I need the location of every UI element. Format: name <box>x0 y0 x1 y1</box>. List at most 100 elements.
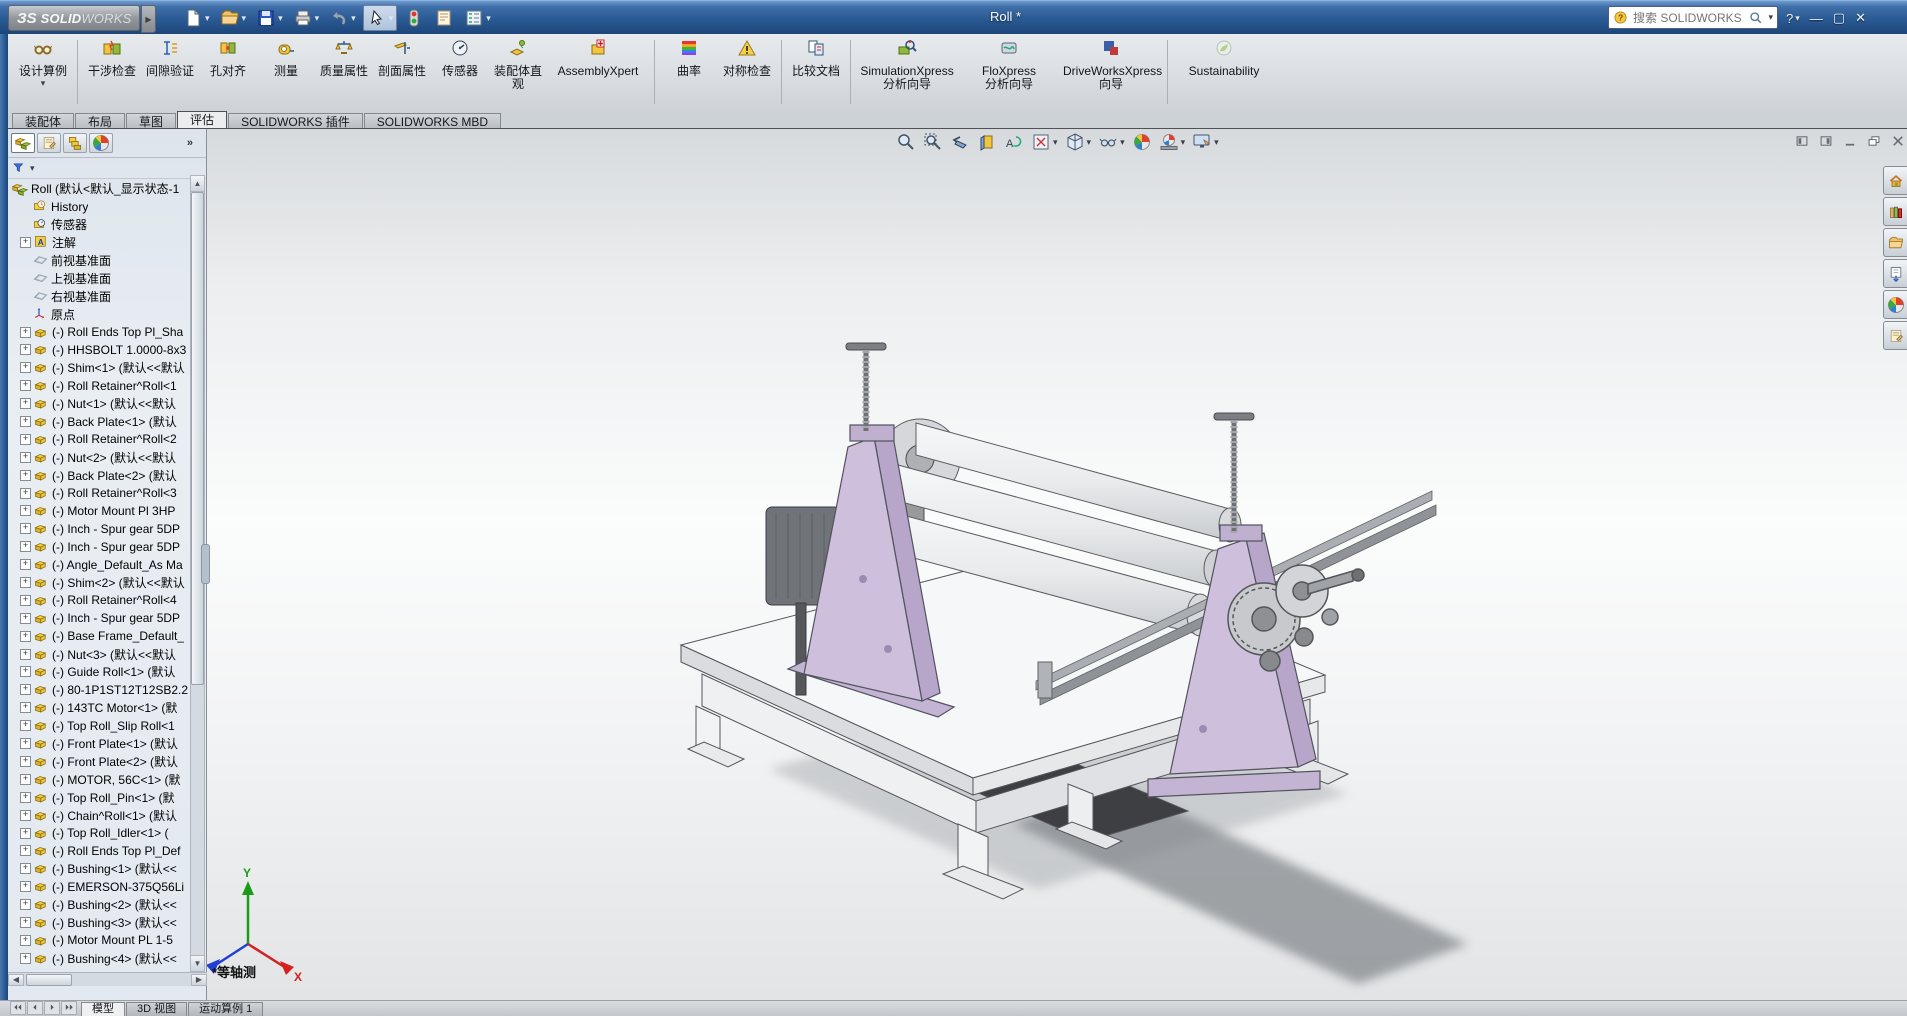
tree-item[interactable]: +(-) 143TC Motor<1> (默 <box>8 699 191 717</box>
open-button[interactable]: ▾ <box>217 6 250 30</box>
tree-item[interactable]: +(-) Bushing<3> (默认<< <box>8 914 191 932</box>
scroll-thumb[interactable] <box>191 192 204 685</box>
graphics-area[interactable]: Y X Z A▾▾▾▾▾ *等轴测 <box>8 129 1907 1000</box>
new-document-dropdown-arrow[interactable]: ▾ <box>205 13 210 24</box>
tree-item[interactable]: 前视基准面 <box>8 252 191 270</box>
tree-expander[interactable]: + <box>20 631 31 642</box>
apply-scene-dropdown-arrow[interactable]: ▾ <box>1181 137 1186 148</box>
bottom-tab-模型[interactable]: 模型 <box>81 1002 125 1016</box>
tree-expander[interactable]: + <box>20 792 31 803</box>
tree-expander[interactable]: + <box>20 416 31 427</box>
tree-item[interactable]: 右视基准面 <box>8 287 191 305</box>
propertymanager-tab[interactable] <box>37 133 61 153</box>
edit-appearance-button[interactable] <box>1131 131 1153 153</box>
tree-item[interactable]: +(-) Bushing<4> (默认<< <box>8 949 191 967</box>
tree-horizontal-scrollbar[interactable]: ◀ ▶ <box>8 972 207 986</box>
commandmanager-tab-SOLIDWORKS 插件[interactable]: SOLIDWORKS 插件 <box>228 113 363 128</box>
tree-expander[interactable]: + <box>20 810 31 821</box>
floxpress-wizard-button[interactable]: FloXpress分析向导 <box>961 38 1057 91</box>
undo-dropdown-arrow[interactable]: ▾ <box>351 13 356 24</box>
compare-documents-button[interactable]: 比较文档 <box>790 38 842 78</box>
open-dropdown-arrow[interactable]: ▾ <box>242 13 247 24</box>
tree-item[interactable]: +(-) Motor Mount Pl 3HP <box>8 502 191 520</box>
tree-expander[interactable]: + <box>20 398 31 409</box>
tree-expander[interactable]: + <box>20 845 31 856</box>
tree-item[interactable]: +(-) Nut<3> (默认<<默认 <box>8 645 191 663</box>
tree-expander[interactable]: + <box>20 738 31 749</box>
tree-item[interactable]: +(-) Inch - Spur gear 5DP <box>8 538 191 556</box>
tree-item[interactable]: +(-) Inch - Spur gear 5DP <box>8 520 191 538</box>
tree-expander[interactable]: + <box>20 720 31 731</box>
undo-button[interactable]: ▾ <box>326 6 359 30</box>
simulationxpress-wizard-button[interactable]: SimulationXpress分析向导 <box>859 38 955 91</box>
tree-item[interactable]: +(-) Bushing<1> (默认<< <box>8 860 191 878</box>
rebuild-button[interactable] <box>401 6 427 30</box>
tree-item[interactable]: 传感器 <box>8 216 191 234</box>
tree-item[interactable]: +(-) Top Roll_Idler<1> ( <box>8 824 191 842</box>
search-magnifier-icon[interactable] <box>1748 10 1763 25</box>
motion-nav-1[interactable]: ⏴ <box>27 1001 43 1015</box>
tree-expander[interactable]: + <box>20 702 31 713</box>
tree-expander[interactable]: + <box>20 953 31 964</box>
tree-expander[interactable]: + <box>20 899 31 910</box>
filter-dropdown-arrow[interactable]: ▾ <box>30 163 35 174</box>
interference-detection-button[interactable]: 干涉检查 <box>86 38 138 78</box>
sustainability-button[interactable]: Sustainability <box>1176 38 1272 78</box>
tree-expander[interactable]: + <box>20 828 31 839</box>
new-document-button[interactable]: ▾ <box>180 6 213 30</box>
commandmanager-tab-评估[interactable]: 评估 <box>177 111 227 128</box>
display-style-button[interactable]: ▾ <box>1064 131 1093 153</box>
view-selector-button[interactable]: ▾ <box>1030 131 1059 153</box>
commandmanager-tab-草图[interactable]: 草图 <box>126 113 176 128</box>
tree-item[interactable]: +(-) Base Frame_Default_ <box>8 627 191 645</box>
tree-item[interactable]: +(-) Roll Retainer^Roll<4 <box>8 591 191 609</box>
clearance-verification-button[interactable]: 间隙验证 <box>144 38 196 78</box>
bottom-tab-运动算例 1[interactable]: 运动算例 1 <box>188 1002 263 1016</box>
filter-funnel-icon[interactable] <box>12 161 26 175</box>
select-dropdown-arrow[interactable]: ▾ <box>389 13 394 24</box>
symmetry-check-button[interactable]: 对称检查 <box>721 38 773 78</box>
panel-expand-chevron[interactable]: » <box>187 137 203 149</box>
restore-document-button[interactable] <box>1867 134 1881 153</box>
tree-expander[interactable]: + <box>20 756 31 767</box>
sensors-button[interactable]: 传感器 <box>434 38 486 78</box>
options-dropdown-arrow[interactable]: ▾ <box>486 13 491 24</box>
zoom-to-area-button[interactable] <box>922 131 944 153</box>
tree-item[interactable]: +(-) Back Plate<1> (默认 <box>8 413 191 431</box>
maximize-button[interactable]: ▢ <box>1833 10 1845 26</box>
tree-item[interactable]: +(-) Guide Roll<1> (默认 <box>8 663 191 681</box>
hide-show-items-dropdown-arrow[interactable]: ▾ <box>1120 137 1125 148</box>
scroll-down-arrow[interactable]: ▼ <box>191 955 204 971</box>
file-properties-button[interactable] <box>431 6 457 30</box>
tree-item[interactable]: Roll (默认<默认_显示状态-1 <box>8 180 191 198</box>
tree-item[interactable]: +(-) Motor Mount PL 1-5 <box>8 931 191 949</box>
commandmanager-tab-布局[interactable]: 布局 <box>75 113 125 128</box>
hide-show-items-button[interactable]: ▾ <box>1097 131 1126 153</box>
previous-view-button[interactable] <box>949 131 971 153</box>
tree-expander[interactable]: + <box>20 684 31 695</box>
file-explorer-button[interactable] <box>1883 228 1907 257</box>
measure-button[interactable]: 测量 <box>260 38 312 78</box>
tree-item[interactable]: +(-) Top Roll_Slip Roll<1 <box>8 717 191 735</box>
search-input[interactable] <box>1631 10 1745 26</box>
tree-item[interactable]: 原点 <box>8 305 191 323</box>
custom-properties-button[interactable] <box>1883 321 1907 350</box>
tree-item[interactable]: +(-) MOTOR, 56C<1> (默 <box>8 770 191 788</box>
tree-item[interactable]: +(-) Shim<1> (默认<<默认 <box>8 359 191 377</box>
minimize-document-button[interactable] <box>1843 134 1857 153</box>
display-style-dropdown-arrow[interactable]: ▾ <box>1087 137 1092 148</box>
tree-expander[interactable]: + <box>20 344 31 355</box>
view-settings-button[interactable]: ▾ <box>1191 131 1220 153</box>
model-canvas[interactable]: Y X Z <box>8 129 1907 1000</box>
bottom-tab-3D 视图[interactable]: 3D 视图 <box>126 1002 187 1016</box>
tree-item[interactable]: +(-) Nut<1> (默认<<默认 <box>8 395 191 413</box>
curvature-button[interactable]: 曲率 <box>663 38 715 78</box>
tree-expander[interactable]: + <box>20 452 31 463</box>
tree-item[interactable]: +(-) Roll Ends Top Pl_Def <box>8 842 191 860</box>
split-pane-left-button[interactable] <box>1795 134 1809 153</box>
save-dropdown-arrow[interactable]: ▾ <box>278 13 283 24</box>
tree-item[interactable]: +(-) Bushing<2> (默认<< <box>8 896 191 914</box>
tree-expander[interactable]: + <box>20 541 31 552</box>
tree-item[interactable]: +(-) Angle_Default_As Ma <box>8 556 191 574</box>
tree-item[interactable]: 上视基准面 <box>8 269 191 287</box>
